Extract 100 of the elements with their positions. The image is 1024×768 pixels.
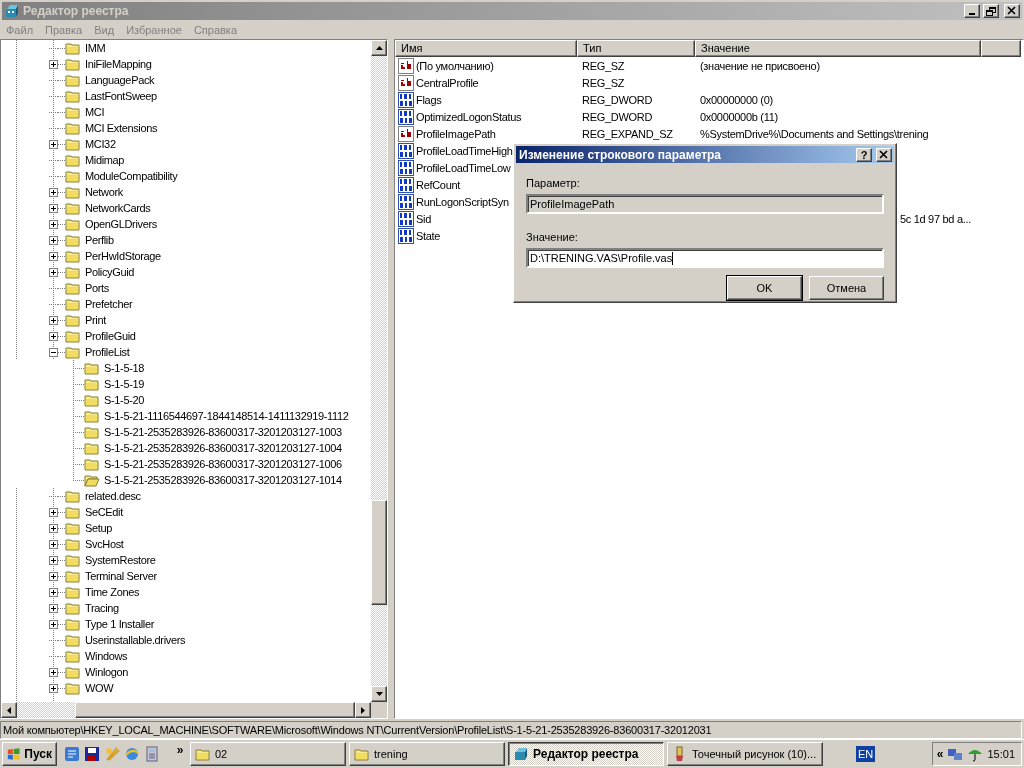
scroll-left-button[interactable]	[1, 702, 17, 719]
plus-icon[interactable]	[49, 267, 58, 277]
plus-icon[interactable]	[49, 539, 58, 549]
cancel-button[interactable]: Отмена	[809, 276, 884, 300]
network-icon[interactable]	[947, 746, 964, 763]
tree-item[interactable]: PerHwIdStorage	[85, 250, 161, 263]
tree-item[interactable]: S-1-5-21-1116544697-1844148514-1411132919-1112	[104, 410, 349, 423]
tree-item[interactable]: S-1-5-21-2535283926-83600317-3201203127-1004	[104, 442, 342, 455]
plus-icon[interactable]	[49, 315, 58, 325]
column-header[interactable]	[981, 40, 1021, 58]
tree-item[interactable]: LanguagePack	[85, 74, 155, 87]
value-input-field[interactable]: D:\TRENING.VAS\Profile.vas	[526, 248, 884, 268]
tree-item[interactable]: S-1-5-21-2535283926-83600317-3201203127-1014	[104, 474, 342, 487]
scroll-right-button[interactable]	[355, 702, 371, 719]
tree-item[interactable]: S-1-5-21-2535283926-83600317-3201203127-1003	[104, 426, 342, 439]
tree-item[interactable]: Midimap	[85, 154, 125, 167]
taskbar-button[interactable]: 02	[190, 742, 346, 767]
plus-icon[interactable]	[49, 523, 58, 533]
tree-item[interactable]: Userinstallable.drivers	[85, 634, 186, 647]
tree-item[interactable]: S-1-5-18	[104, 362, 144, 375]
vertical-scrollbar[interactable]	[371, 40, 387, 703]
tree-item[interactable]: Tracing	[85, 602, 119, 615]
tree-item[interactable]: ProfileGuid	[85, 330, 136, 343]
tree-item[interactable]: MCI	[85, 106, 105, 119]
tree-item[interactable]: related.desc	[85, 490, 141, 503]
tree-item[interactable]: Print	[85, 314, 106, 327]
scroll-down-button[interactable]	[371, 686, 387, 703]
quick-launch-more[interactable]: »	[171, 743, 189, 758]
value-name[interactable]: RefCount	[416, 178, 461, 191]
value-name[interactable]: RunLogonScriptSyn	[416, 195, 509, 208]
plus-icon[interactable]	[49, 139, 58, 149]
tree-item[interactable]: S-1-5-20	[104, 394, 144, 407]
plus-icon[interactable]	[49, 667, 58, 677]
tree-item[interactable]: Type 1 Installer	[85, 618, 154, 631]
parameter-name-field[interactable]: ProfileImagePath	[526, 194, 884, 214]
minimize-button[interactable]	[964, 4, 980, 18]
tree-item[interactable]: ProfileList	[85, 346, 130, 359]
tree-item[interactable]: Winlogon	[85, 666, 129, 679]
plus-icon[interactable]	[49, 507, 58, 517]
minus-icon[interactable]	[49, 347, 58, 357]
tree-item[interactable]: MCI32	[85, 138, 116, 151]
tree-item[interactable]: Windows	[85, 650, 128, 663]
column-header[interactable]: Значение	[695, 40, 981, 58]
tree-item[interactable]: ModuleCompatibility	[85, 170, 178, 183]
close-button[interactable]	[876, 147, 892, 162]
value-name[interactable]: ProfileImagePath	[416, 127, 496, 140]
tree-item[interactable]: S-1-5-21-2535283926-83600317-3201203127-1006	[104, 458, 342, 471]
plus-icon[interactable]	[49, 59, 58, 69]
scrollbar-thumb[interactable]	[75, 702, 355, 719]
tree-item[interactable]: IMM	[85, 42, 106, 55]
plus-icon[interactable]	[49, 555, 58, 565]
tree-item[interactable]: Network	[85, 186, 123, 199]
plus-icon[interactable]	[49, 619, 58, 629]
tree-item[interactable]: NetworkCards	[85, 202, 151, 215]
tray-expand-button[interactable]: «	[936, 747, 944, 762]
ok-button[interactable]: OK	[727, 276, 802, 300]
tree-item[interactable]: SeCEdit	[85, 506, 123, 519]
column-header[interactable]: Имя	[395, 40, 577, 58]
tree-item[interactable]: Terminal Server	[85, 570, 157, 583]
plus-icon[interactable]	[49, 219, 58, 229]
close-button[interactable]	[1004, 4, 1020, 18]
scrollbar-thumb[interactable]	[371, 500, 387, 606]
tree-item[interactable]: WOW	[85, 682, 114, 695]
tree-item[interactable]: Ports	[85, 282, 109, 295]
tree-item[interactable]: Setup	[85, 522, 112, 535]
plus-icon[interactable]	[49, 571, 58, 581]
help-button[interactable]: ?	[856, 147, 872, 162]
tree-item[interactable]: PolicyGuid	[85, 266, 135, 279]
value-name[interactable]: OptimizedLogonStatus	[416, 110, 522, 123]
horizontal-scrollbar[interactable]	[1, 702, 371, 719]
plus-icon[interactable]	[49, 587, 58, 597]
plus-icon[interactable]	[49, 187, 58, 197]
value-name[interactable]: State	[416, 229, 441, 242]
value-name[interactable]: CentralProfile	[416, 76, 479, 89]
value-name[interactable]: (По умолчанию)	[416, 59, 494, 72]
tree-item[interactable]: Perflib	[85, 234, 114, 247]
plus-icon[interactable]	[49, 331, 58, 341]
column-header[interactable]: Тип	[577, 40, 695, 58]
start-button[interactable]: Пуск	[2, 742, 57, 767]
scroll-up-button[interactable]	[371, 40, 387, 57]
plus-icon[interactable]	[49, 235, 58, 245]
taskbar-button[interactable]: trening	[349, 742, 505, 767]
tree-item[interactable]: SystemRestore	[85, 554, 156, 567]
value-name[interactable]: Sid	[416, 212, 431, 225]
plus-icon[interactable]	[49, 683, 58, 693]
tree-item[interactable]: OpenGLDrivers	[85, 218, 157, 231]
tree-item[interactable]: IniFileMapping	[85, 58, 152, 71]
plus-icon[interactable]	[49, 251, 58, 261]
tree-item[interactable]: S-1-5-19	[104, 378, 144, 391]
taskbar-button[interactable]: Точечный рисунок (10)...	[667, 742, 823, 767]
value-name[interactable]: Flags	[416, 93, 442, 106]
tree-item[interactable]: Time Zones	[85, 586, 140, 599]
value-name[interactable]: ProfileLoadTimeLow	[416, 161, 511, 174]
tree-item[interactable]: LastFontSweep	[85, 90, 157, 103]
language-indicator[interactable]: EN	[856, 746, 876, 763]
restore-button[interactable]	[983, 4, 999, 18]
value-name[interactable]: ProfileLoadTimeHigh	[416, 144, 513, 157]
taskbar-button[interactable]: Редактор реестра	[508, 742, 664, 767]
tree-item[interactable]: Prefetcher	[85, 298, 133, 311]
plus-icon[interactable]	[49, 603, 58, 613]
